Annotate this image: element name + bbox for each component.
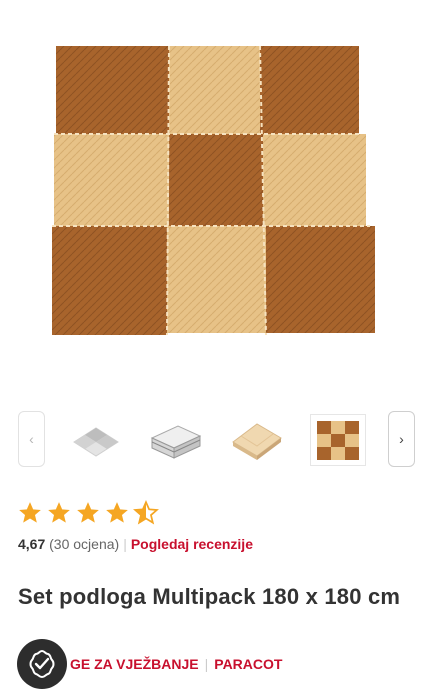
star-full-icon <box>77 502 99 523</box>
thumb-brown-set[interactable] <box>310 414 366 466</box>
product-title: Set podloga Multipack 180 x 180 cm <box>18 584 401 609</box>
grey-mats-icon <box>73 427 119 457</box>
rating-value: 4,67 <box>18 536 46 552</box>
star-full-icon <box>48 502 70 523</box>
thumb-beige-stack[interactable] <box>228 414 284 466</box>
carousel-next-button[interactable]: › <box>388 411 415 467</box>
stacked-mats-icon <box>150 425 202 459</box>
thumb-grey-mats[interactable] <box>68 414 124 466</box>
chevron-right-icon: › <box>399 431 404 447</box>
rating-summary: 4,67 (30 ocjena) | Pogledaj recenzije <box>18 536 253 552</box>
category-link[interactable]: PARACOT <box>214 656 282 672</box>
carousel-prev-button[interactable]: ‹ <box>18 411 45 467</box>
chevron-left-icon: ‹ <box>29 431 34 447</box>
star-full-icon <box>106 502 128 523</box>
thumb-stacked-mats[interactable] <box>147 414 203 466</box>
rating-count: (30 ocjena) <box>49 536 120 552</box>
star-full-icon <box>19 502 41 523</box>
divider: | <box>123 536 127 552</box>
thumbnail-carousel: ‹ › <box>0 408 433 470</box>
view-reviews-link[interactable]: Pogledaj recenzije <box>131 536 253 552</box>
verified-badge-button[interactable] <box>17 639 67 689</box>
puzzle-mat-image <box>52 46 375 335</box>
brown-set-icon <box>317 421 359 460</box>
badge-check-icon <box>29 649 55 679</box>
category-links: GE ZA VJEŽBANJE | PARACOT <box>70 656 282 672</box>
category-link[interactable]: GE ZA VJEŽBANJE <box>70 656 199 672</box>
star-half-icon <box>133 500 159 525</box>
divider: | <box>204 656 209 672</box>
beige-stack-icon <box>232 423 282 460</box>
rating-stars[interactable] <box>17 500 159 526</box>
main-product-image[interactable] <box>0 0 433 395</box>
